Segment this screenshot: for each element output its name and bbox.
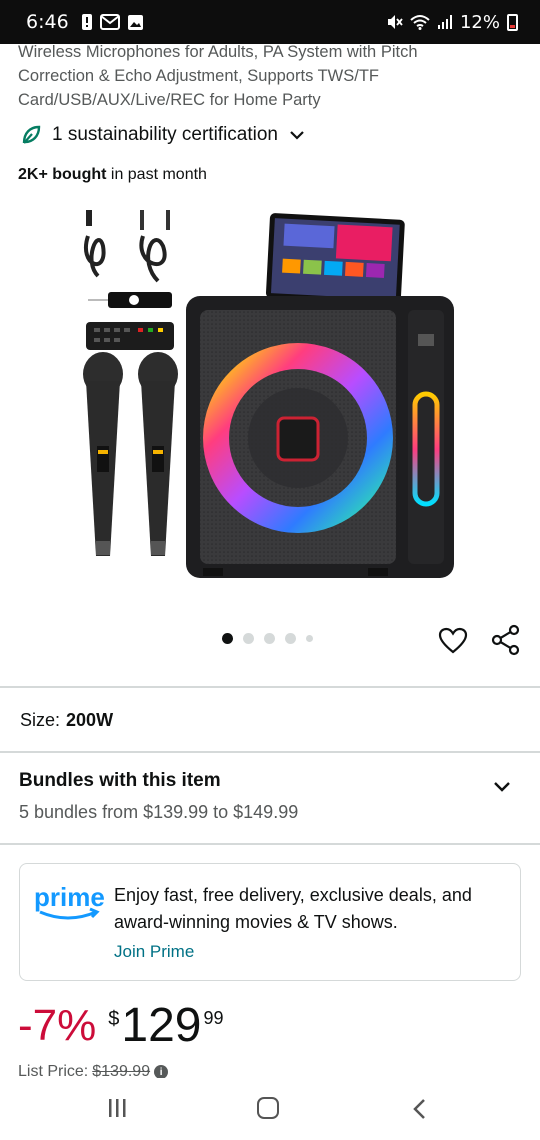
size-selector[interactable]: Size: 200W xyxy=(20,710,113,731)
bundles-title[interactable]: Bundles with this item xyxy=(19,770,221,792)
share-icon[interactable] xyxy=(490,624,522,656)
carousel-dot[interactable] xyxy=(285,633,296,644)
bundles-subtitle: 5 bundles from $139.99 to $149.99 xyxy=(19,802,299,822)
section-divider xyxy=(0,751,540,753)
carousel-dot[interactable] xyxy=(264,633,275,644)
wishlist-heart-icon[interactable] xyxy=(438,626,468,656)
product-image[interactable] xyxy=(78,206,468,586)
status-icons-right: 12% xyxy=(385,12,518,33)
info-icon[interactable]: i xyxy=(154,1065,169,1079)
join-prime-link[interactable]: Join Prime xyxy=(114,942,194,962)
discount-percent: -7% xyxy=(18,1001,97,1050)
battery-percent: 12% xyxy=(459,11,500,33)
gmail-icon xyxy=(99,14,120,30)
prime-promo-card: prime Enjoy fast, free delivery, exclusi… xyxy=(19,863,521,981)
back-icon[interactable] xyxy=(410,1098,430,1120)
purchase-count: 2K+ bought in past month xyxy=(18,166,207,184)
chevron-down-icon[interactable] xyxy=(491,775,513,797)
recent-apps-icon[interactable] xyxy=(106,1098,128,1118)
notification-icon xyxy=(81,14,92,30)
bought-period: in past month xyxy=(106,166,207,183)
sustainability-row[interactable]: 1 sustainability certification xyxy=(20,124,306,146)
carousel-dot[interactable] xyxy=(306,635,313,642)
status-time: 6:46 xyxy=(26,11,69,33)
price-fraction: 99 xyxy=(203,1008,224,1028)
status-icons-left xyxy=(81,13,144,31)
prime-logo-text: prime xyxy=(34,882,104,912)
section-divider xyxy=(0,686,540,688)
carousel-dot[interactable] xyxy=(243,633,254,644)
sustainability-label: 1 sustainability certification xyxy=(52,124,278,145)
bought-count: 2K+ bought xyxy=(18,166,107,183)
prime-logo-icon: prime xyxy=(34,882,104,920)
price-currency: $ xyxy=(108,1008,120,1030)
chevron-down-icon xyxy=(290,131,304,140)
image-carousel-dots[interactable] xyxy=(222,633,313,644)
mute-icon xyxy=(387,15,403,29)
signal-icon xyxy=(437,15,452,29)
gallery-icon xyxy=(127,14,143,30)
prime-message: Enjoy fast, free delivery, exclusive dea… xyxy=(114,885,472,932)
status-bar: 6:46 12% xyxy=(0,0,540,44)
price-row: -7% $ 129 99 xyxy=(18,998,224,1054)
section-divider xyxy=(0,843,540,845)
product-title[interactable]: Wireless Microphones for Adults, PA Syst… xyxy=(18,40,488,112)
carousel-dot[interactable] xyxy=(222,633,233,644)
size-value: 200W xyxy=(66,710,114,730)
size-label: Size: xyxy=(20,710,61,730)
leaf-icon xyxy=(22,125,41,144)
battery-icon xyxy=(507,13,518,31)
home-icon[interactable] xyxy=(257,1097,279,1119)
wifi-icon xyxy=(410,15,430,30)
price-whole: 129 xyxy=(121,999,202,1052)
